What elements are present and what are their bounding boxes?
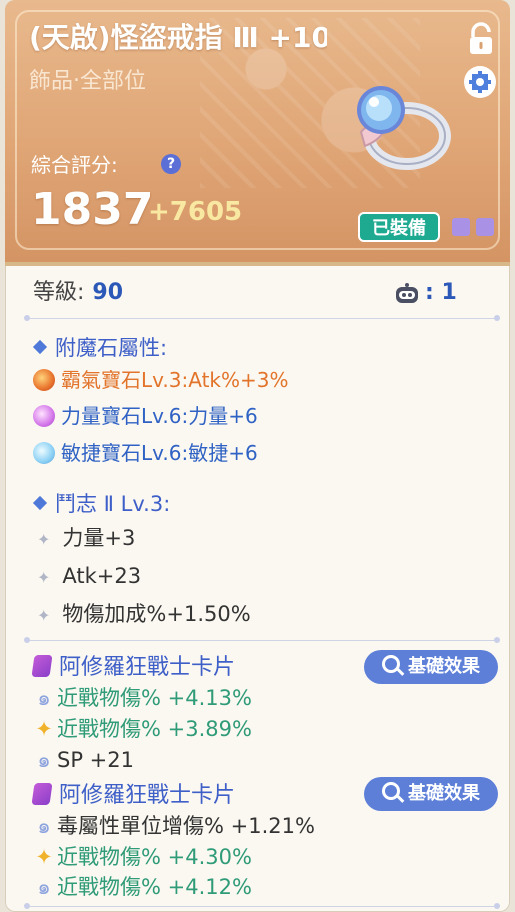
level-value: 90 [92,280,124,305]
card-effect: ✦ 近戰物傷% +4.30% [33,843,252,871]
equipped-badge: 已裝備 [358,212,440,242]
swirl-icon: ๑ [37,875,51,899]
swirl-icon: ๑ [37,814,51,838]
card-slot-icon [476,218,494,236]
item-header: (天啟)怪盜戒指 Ⅲ +10 飾品‧全部位 綜合評分: ? 1837 +7605… [5,0,510,266]
card-effect: ๑ SP +21 [33,746,134,774]
level-row: 等級: 90 [33,278,123,308]
swirl-icon: ๑ [37,748,51,772]
card-icon [31,655,53,677]
card-effect: ๑毒屬性單位增傷% +1.21% [33,812,315,840]
sparkle-icon: ✦ [37,530,51,549]
card-slot-icon [452,218,470,236]
spirit-stat: ✦ Atk+23 [37,564,142,588]
basic-effect-button[interactable]: 基礎效果 [364,650,498,684]
card-icon [31,783,53,805]
spirit-stat: ✦ 力量+3 [37,526,136,550]
search-icon [382,655,400,673]
ring-item-icon [357,86,451,170]
diamond-icon [32,495,48,511]
sparkle-icon: ✦ [37,568,51,587]
unlock-icon[interactable] [464,22,498,56]
accessory-slot-icon [464,66,496,98]
divider [24,903,500,909]
enchant-gem-row: 霸氣寶石Lv.3:Atk%+3% [33,366,289,394]
divider [24,315,500,321]
pink-gem-icon [33,404,55,427]
spark-icon: ✦ [35,717,53,741]
enchant-gem-row: 力量寶石Lv.6:力量+6 [33,402,258,430]
header-decoration [200,18,420,188]
search-icon [382,782,400,800]
score-bonus: +7605 [148,197,243,227]
card-name-row: 阿修羅狂戰士卡片 [31,653,235,683]
basic-effect-button[interactable]: 基礎效果 [364,777,498,811]
divider [24,637,500,643]
level-label: 等級: [33,280,85,305]
item-tooltip-card: (天啟)怪盜戒指 Ⅲ +10 飾品‧全部位 綜合評分: ? 1837 +7605… [5,0,510,912]
enchant-title: 附魔石屬性: [32,334,167,362]
score-label: 綜合評分: [31,153,118,177]
robot-icon [396,283,418,303]
spirit-stat: ✦ 物傷加成%+1.50% [37,602,251,626]
sparkle-icon: ✦ [37,606,51,625]
overall-score: 1837 [31,184,154,235]
item-slot: 飾品‧全部位 [29,69,146,94]
card-effect: ✦ 近戰物傷% +3.89% [33,715,252,743]
robot-count: : 1 [425,280,457,305]
swirl-icon: ๑ [37,686,51,710]
card-name-row: 阿修羅狂戰士卡片 [31,781,235,811]
spark-icon: ✦ [35,845,53,869]
red-gem-icon [33,368,55,391]
item-name: (天啟)怪盜戒指 Ⅲ +10 [29,21,327,54]
help-icon[interactable]: ? [161,154,181,174]
blue-gem-icon [33,441,55,464]
card-effect: ๑近戰物傷% +4.12% [33,873,252,901]
diamond-icon [32,339,48,355]
spirit-title: 鬥志 Ⅱ Lv.3: [32,490,170,518]
enchant-gem-row: 敏捷寶石Lv.6:敏捷+6 [33,439,258,467]
card-effect: ๑近戰物傷% +4.13% [33,684,252,712]
